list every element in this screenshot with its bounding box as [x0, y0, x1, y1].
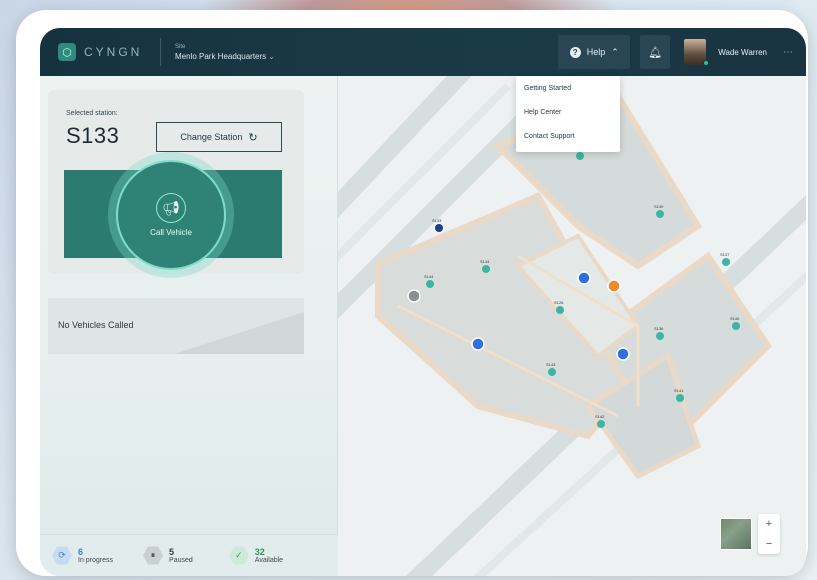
megaphone-icon: 📢︎ — [156, 193, 186, 223]
station-label: S140 — [730, 316, 740, 321]
status-bar: ⟳ 6 In progress ⏸ 5 Paused ✓ 32 Availabl… — [40, 534, 338, 576]
called-vehicles-card: No Vehicles Called — [48, 298, 304, 354]
user-name[interactable]: Wade Warren — [718, 48, 767, 57]
no-vehicles-text: No Vehicles Called — [58, 320, 134, 330]
logo-icon: ⬡ — [58, 43, 76, 61]
station-label: S136 — [654, 326, 664, 331]
status-available[interactable]: ✓ 32 Available — [228, 546, 283, 566]
vehicle-marker[interactable] — [577, 271, 591, 285]
station-marker[interactable] — [656, 210, 664, 218]
station-label: S134 — [480, 259, 490, 264]
station-marker[interactable] — [482, 265, 490, 273]
selected-station-label: Selected station: — [66, 110, 118, 117]
zoom-in-icon[interactable]: + — [766, 518, 772, 530]
call-vehicle-label: Call Vehicle — [150, 228, 192, 237]
check-icon: ✓ — [228, 546, 249, 565]
more-icon[interactable]: ⋯ — [783, 47, 794, 58]
avatar[interactable] — [684, 39, 710, 66]
station-marker[interactable] — [435, 224, 443, 232]
logo-text: CYNGN — [84, 45, 143, 59]
zoom-out-icon[interactable]: − — [766, 538, 772, 550]
menu-item-getting-started[interactable]: Getting Started — [516, 76, 620, 100]
help-button[interactable]: ? Help ⌃ — [558, 35, 631, 69]
zoom-controls: + − — [758, 514, 780, 554]
help-icon: ? — [569, 46, 581, 58]
pause-icon: ⏸ — [143, 546, 164, 565]
call-vehicle-button[interactable]: 📢︎ Call Vehicle — [116, 160, 226, 270]
station-marker[interactable] — [426, 280, 434, 288]
vehicle-marker[interactable] — [407, 289, 421, 303]
left-panel: Selected station: S133 Change Station ↻ … — [40, 76, 338, 576]
station-marker[interactable] — [548, 368, 556, 376]
refresh-icon: ⟳ — [52, 546, 72, 565]
app-screen: ⬡ CYNGN Site Menlo Park Headquarters ⌄ ? … — [40, 28, 806, 576]
status-count: 6 — [78, 547, 84, 557]
notifications-button[interactable]: 🔔︎ — [640, 35, 671, 69]
site-label: Site — [175, 43, 186, 50]
change-station-label: Change Station — [180, 132, 243, 142]
online-status-dot — [703, 60, 710, 66]
satellite-view-toggle[interactable] — [720, 518, 752, 550]
status-count: 5 — [169, 547, 175, 557]
chevron-down-icon: ⌄ — [268, 51, 275, 61]
logo[interactable]: ⬡ CYNGN — [58, 43, 154, 61]
status-label: In progress — [78, 557, 114, 564]
station-label: S139 — [654, 204, 664, 209]
divider — [160, 38, 161, 66]
station-label: S133 — [432, 218, 442, 223]
change-station-button[interactable]: Change Station ↻ — [156, 122, 282, 152]
status-label: Paused — [169, 557, 193, 564]
station-marker[interactable] — [722, 258, 730, 266]
vehicle-marker[interactable] — [607, 279, 621, 293]
menu-item-contact-support[interactable]: Contact Support — [516, 124, 620, 148]
card-decoration — [174, 312, 304, 354]
topbar-right: ? Help ⌃ 🔔︎ Wade Warren ⋯ — [558, 28, 806, 76]
status-paused[interactable]: ⏸ 5 Paused — [143, 546, 193, 566]
station-label: S144 — [424, 274, 434, 279]
station-label: S141 — [674, 388, 684, 393]
menu-item-help-center[interactable]: Help Center — [516, 100, 620, 124]
site-name-text: Menlo Park Headquarters — [175, 51, 267, 61]
chevron-up-icon: ⌃ — [611, 46, 619, 57]
station-marker[interactable] — [656, 332, 664, 340]
bell-icon: 🔔︎ — [648, 46, 663, 59]
refresh-icon: ↻ — [248, 131, 258, 144]
status-text: 5 Paused — [169, 547, 193, 564]
station-id: S133 — [66, 123, 120, 148]
station-marker[interactable] — [597, 420, 605, 428]
status-text: 32 Available — [255, 547, 283, 564]
station-label: S126 — [554, 300, 564, 305]
station-card: Selected station: S133 Change Station ↻ … — [48, 90, 304, 278]
help-dropdown: Getting Started Help Center Contact Supp… — [516, 76, 620, 152]
site-name: Menlo Park Headquarters ⌄ — [175, 52, 275, 61]
station-marker[interactable] — [732, 322, 740, 330]
status-text: 6 In progress — [78, 547, 113, 564]
help-label: Help — [586, 47, 606, 57]
status-in-progress[interactable]: ⟳ 6 In progress — [52, 546, 113, 566]
vehicle-marker[interactable] — [616, 347, 630, 361]
top-bar: ⬡ CYNGN Site Menlo Park Headquarters ⌄ ? … — [40, 28, 806, 76]
station-label: S142 — [595, 414, 605, 419]
station-marker[interactable] — [676, 394, 684, 402]
vehicle-marker[interactable] — [471, 337, 485, 351]
status-count: 32 — [254, 547, 265, 557]
status-label: Available — [254, 557, 284, 564]
station-label: S143 — [546, 362, 556, 367]
station-marker[interactable] — [576, 152, 584, 160]
site-selector[interactable]: Site Menlo Park Headquarters ⌄ — [175, 44, 275, 61]
station-label: S137 — [720, 252, 730, 257]
station-marker[interactable] — [556, 306, 564, 314]
